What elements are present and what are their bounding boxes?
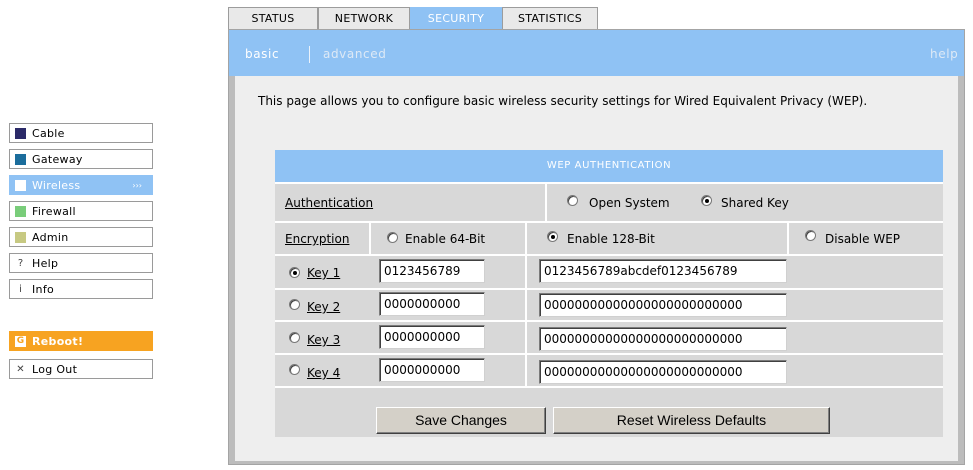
- shared-key-radio[interactable]: [701, 195, 712, 206]
- key4-label: Key 4: [307, 366, 341, 380]
- disable-wep-radio[interactable]: [805, 230, 816, 241]
- key4-64bit-input[interactable]: [379, 358, 485, 382]
- close-x-icon: ✕: [16, 363, 25, 375]
- nav-item-wireless[interactable]: Wireless ›››: [9, 175, 153, 195]
- enable-64bit-radio[interactable]: [387, 232, 398, 243]
- logout-button[interactable]: ✕ Log Out: [9, 359, 153, 379]
- key2-radio[interactable]: [289, 299, 300, 310]
- wireless-swatch-icon: [15, 179, 26, 191]
- key3-128bit-input[interactable]: [539, 327, 787, 351]
- active-arrow-icon: ›››: [132, 180, 142, 190]
- nav-item-info[interactable]: i Info: [9, 279, 153, 299]
- enable-128bit-label: Enable 128-Bit: [567, 232, 655, 246]
- main-panel: basic advanced help This page allows you…: [228, 29, 965, 465]
- key2-128bit-input[interactable]: [539, 293, 787, 317]
- row-divider: [275, 353, 943, 355]
- nav-item-firewall[interactable]: Firewall: [9, 201, 153, 221]
- info-icon: i: [19, 283, 22, 295]
- nav-item-help[interactable]: ? Help: [9, 253, 153, 273]
- row-divider: [275, 320, 943, 322]
- key4-128bit-input[interactable]: [539, 360, 787, 384]
- nav-item-label: Gateway: [32, 152, 83, 166]
- nav-item-label: Info: [32, 282, 55, 296]
- subnav-advanced-link[interactable]: advanced: [323, 47, 386, 61]
- column-divider: [545, 182, 547, 223]
- wep-authentication-table: WEP AUTHENTICATION Authentication Open S…: [275, 150, 943, 437]
- reboot-icon: G: [15, 335, 26, 347]
- nav-item-label: Cable: [32, 126, 65, 140]
- key2-label: Key 2: [307, 300, 341, 314]
- question-mark-icon: ?: [17, 257, 24, 269]
- enable-64bit-label: Enable 64-Bit: [405, 232, 486, 246]
- row-divider: [275, 288, 943, 290]
- subnav-divider: [309, 46, 310, 63]
- encryption-label: Encryption: [285, 232, 350, 246]
- shared-key-label: Shared Key: [721, 196, 789, 210]
- column-divider: [369, 221, 371, 254]
- open-system-label: Open System: [589, 196, 670, 210]
- wep-table-header: WEP AUTHENTICATION: [275, 150, 943, 182]
- tab-statistics[interactable]: STATISTICS: [502, 7, 598, 29]
- key2-64bit-input[interactable]: [379, 292, 485, 316]
- key1-128bit-input[interactable]: [539, 259, 787, 283]
- key3-label: Key 3: [307, 333, 341, 347]
- sub-nav-bar: basic advanced help: [229, 30, 964, 76]
- cable-swatch-icon: [15, 127, 26, 139]
- key3-radio[interactable]: [289, 332, 300, 343]
- row-divider: [275, 254, 943, 256]
- key3-64bit-input[interactable]: [379, 325, 485, 349]
- tab-network[interactable]: NETWORK: [318, 7, 410, 29]
- disable-wep-label: Disable WEP: [825, 232, 901, 246]
- gateway-swatch-icon: [15, 153, 26, 165]
- help-link[interactable]: help: [930, 47, 958, 61]
- reboot-label: Reboot!: [32, 334, 84, 348]
- subnav-basic-link[interactable]: basic: [245, 47, 279, 61]
- save-changes-button[interactable]: Save Changes: [376, 407, 546, 434]
- key1-radio[interactable]: [289, 267, 300, 278]
- reset-wireless-defaults-button[interactable]: Reset Wireless Defaults: [553, 407, 830, 434]
- firewall-swatch-icon: [15, 205, 26, 217]
- nav-item-label: Admin: [32, 230, 69, 244]
- nav-item-cable[interactable]: Cable: [9, 123, 153, 143]
- key1-label: Key 1: [307, 266, 341, 280]
- authentication-label: Authentication: [285, 196, 374, 210]
- nav-item-label: Log Out: [32, 362, 78, 376]
- open-system-radio[interactable]: [567, 195, 578, 206]
- nav-item-gateway[interactable]: Gateway: [9, 149, 153, 169]
- column-divider: [525, 221, 527, 386]
- tab-security[interactable]: SECURITY: [410, 7, 502, 29]
- nav-item-label: Help: [32, 256, 59, 270]
- page-description: This page allows you to configure basic …: [258, 94, 868, 108]
- enable-128bit-radio[interactable]: [547, 231, 558, 242]
- nav-item-label: Wireless: [32, 178, 81, 192]
- key4-radio[interactable]: [289, 364, 300, 375]
- nav-item-label: Firewall: [32, 204, 76, 218]
- reboot-button[interactable]: G Reboot!: [9, 331, 153, 351]
- content-area: This page allows you to configure basic …: [235, 76, 958, 461]
- row-divider: [275, 386, 943, 388]
- admin-swatch-icon: [15, 231, 26, 243]
- column-divider: [787, 221, 789, 254]
- row-divider: [275, 221, 943, 223]
- nav-item-admin[interactable]: Admin: [9, 227, 153, 247]
- tab-status[interactable]: STATUS: [228, 7, 318, 29]
- key1-64bit-input[interactable]: [379, 259, 485, 283]
- row-divider: [275, 182, 943, 184]
